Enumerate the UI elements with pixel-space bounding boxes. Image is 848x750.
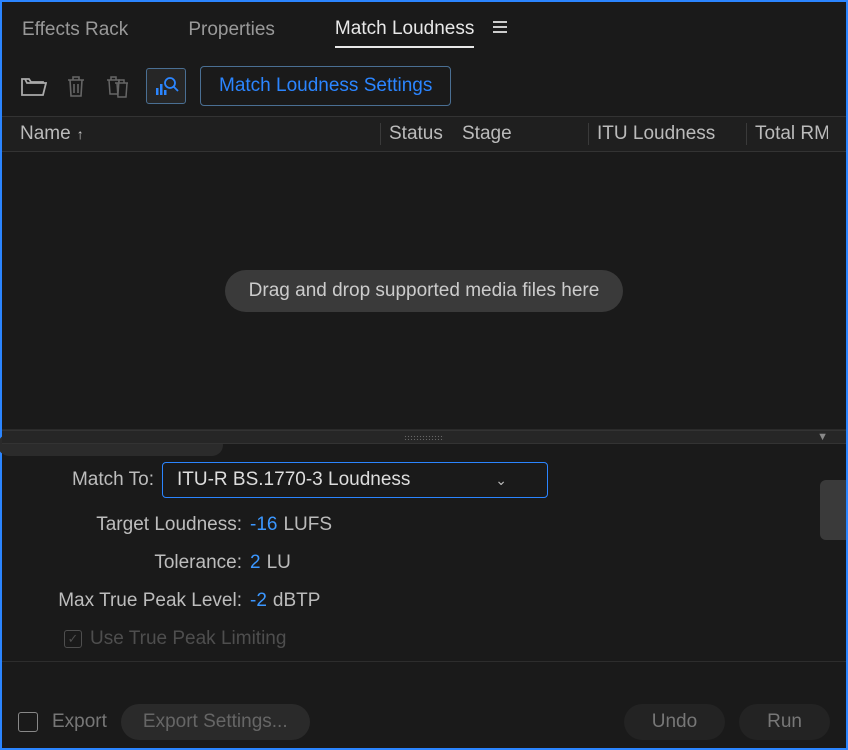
panel-menu-icon[interactable] <box>492 19 508 41</box>
column-status[interactable]: Status <box>380 123 458 145</box>
loudness-settings-panel: Match To: ITU-R BS.1770-3 Loudness ⌄ Tar… <box>2 444 846 662</box>
trash-multi-icon[interactable] <box>104 72 132 100</box>
chevron-down-icon: ⌄ <box>495 472 507 489</box>
use-true-peak-limiting-label: Use True Peak Limiting <box>90 628 286 650</box>
match-to-label: Match To: <box>16 469 162 491</box>
target-loudness-value[interactable]: -16 <box>250 514 277 536</box>
dropzone-hint: Drag and drop supported media files here <box>225 270 624 312</box>
export-settings-button[interactable]: Export Settings... <box>121 704 310 740</box>
column-itu-loudness[interactable]: ITU Loudness <box>588 123 746 145</box>
use-true-peak-limiting-checkbox[interactable]: ✓ <box>64 630 82 648</box>
run-button[interactable]: Run <box>739 704 830 740</box>
export-label: Export <box>52 711 107 733</box>
export-checkbox[interactable] <box>18 712 38 732</box>
tab-match-loudness[interactable]: Match Loudness <box>335 12 474 48</box>
max-true-peak-label: Max True Peak Level: <box>16 590 250 612</box>
target-loudness-unit: LUFS <box>283 514 332 536</box>
tolerance-label: Tolerance: <box>16 552 250 574</box>
column-name[interactable]: Name ↑ <box>20 123 380 145</box>
tab-effects-rack[interactable]: Effects Rack <box>22 13 128 47</box>
open-folder-icon[interactable] <box>20 72 48 100</box>
analyze-icon[interactable] <box>146 68 186 104</box>
splitter-grip-icon <box>404 435 444 440</box>
column-stage[interactable]: Stage <box>458 123 588 145</box>
table-header: Name ↑ Status Stage ITU Loudness Total R… <box>2 116 846 152</box>
media-dropzone[interactable]: Drag and drop supported media files here <box>2 152 846 430</box>
tolerance-value[interactable]: 2 <box>250 552 261 574</box>
match-loudness-settings-button[interactable]: Match Loudness Settings <box>200 66 451 106</box>
tab-properties[interactable]: Properties <box>188 13 275 47</box>
max-true-peak-unit: dBTP <box>273 590 321 612</box>
column-total-rms[interactable]: Total RM <box>746 123 828 145</box>
footer-bar: Export Export Settings... Undo Run <box>4 698 844 746</box>
sort-ascending-icon: ↑ <box>77 126 84 142</box>
match-to-value: ITU-R BS.1770-3 Loudness <box>177 469 410 491</box>
undo-button[interactable]: Undo <box>624 704 725 740</box>
trash-icon[interactable] <box>62 72 90 100</box>
tolerance-unit: LU <box>267 552 291 574</box>
match-to-select[interactable]: ITU-R BS.1770-3 Loudness ⌄ <box>162 462 548 498</box>
panel-splitter[interactable]: ▼ <box>2 430 846 444</box>
vertical-scroll-thumb[interactable] <box>820 480 846 540</box>
target-loudness-label: Target Loudness: <box>16 514 250 536</box>
max-true-peak-value[interactable]: -2 <box>250 590 267 612</box>
collapse-arrow-icon[interactable]: ▼ <box>817 431 828 443</box>
column-name-label: Name <box>20 123 71 145</box>
